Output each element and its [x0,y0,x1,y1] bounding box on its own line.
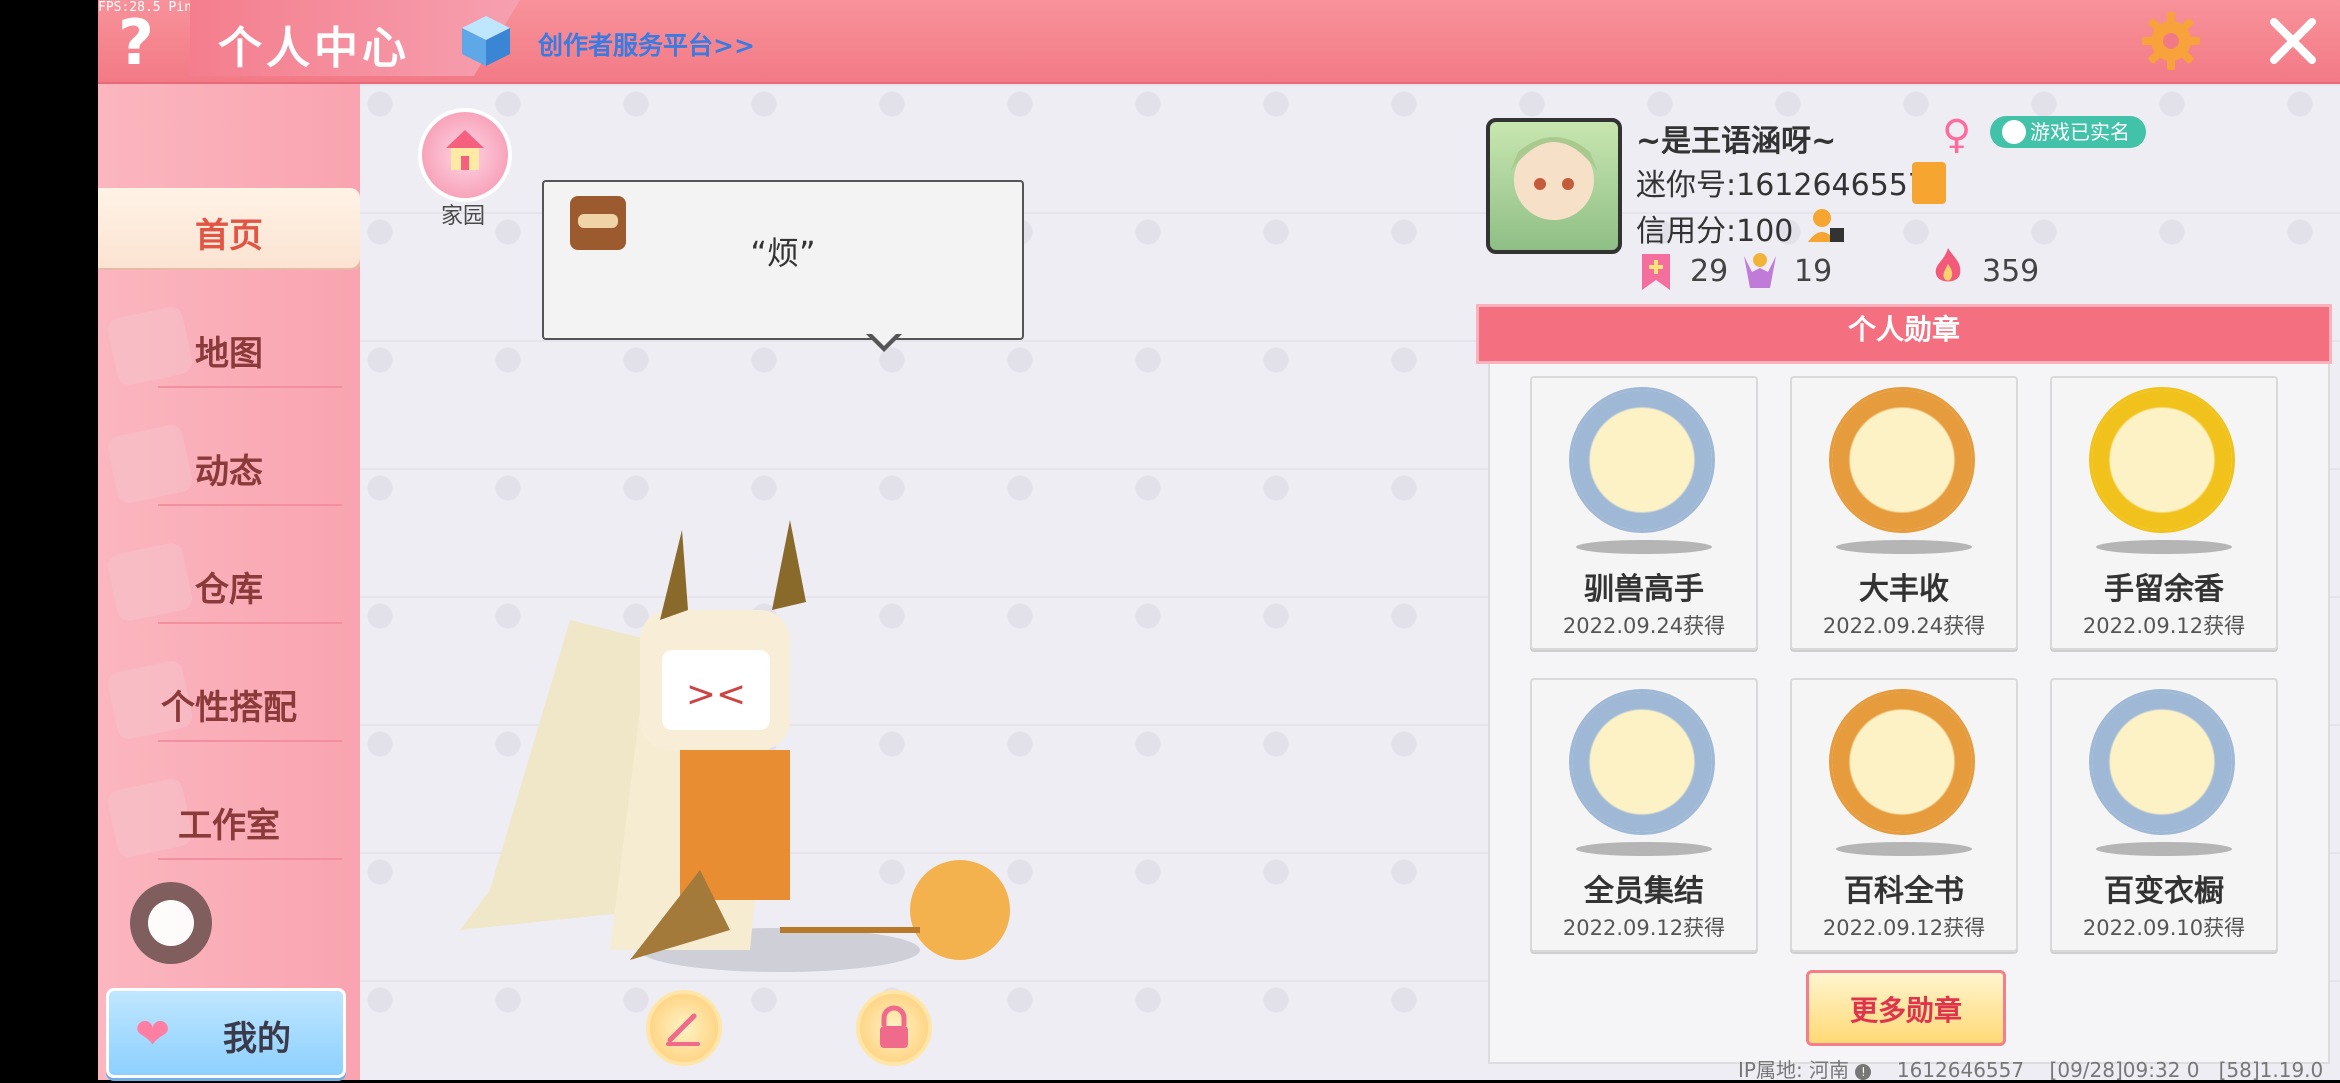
medal-title: 个人勋章 [1847,313,1960,346]
pencil-icon [666,1013,700,1046]
medal-card[interactable]: 全员集结 2022.09.12获得 [1530,678,1758,952]
lock-button[interactable] [856,990,932,1066]
medal-card[interactable]: 驯兽高手 2022.09.24获得 [1530,376,1758,650]
medal-beast-tamer-icon [1572,390,1712,530]
medal-date: 2022.09.12获得 [1822,916,1986,940]
medal-card[interactable]: 手留余香 2022.09.12获得 [2050,376,2278,650]
medal-harvest-icon [1832,390,1972,530]
home-label: 家园 [440,204,485,229]
bookmark-plus-icon [1642,254,1670,290]
stat-likes-count: 19 [1794,254,1833,289]
sidebar-item-label: 工作室 [178,806,280,846]
footer-id: 1612646557 [1896,1058,2025,1082]
house-icon [446,130,484,170]
sidebar-item-feed[interactable]: 动态 [98,422,360,506]
page-title: 个人中心 [218,23,410,74]
svg-text:><: >< [686,674,746,715]
medal-name: 驯兽高手 [1584,572,1704,607]
help-icon[interactable]: ? [118,8,154,78]
medal-date: 2022.09.10获得 [2082,916,2246,940]
medal-date: 2022.09.12获得 [2082,614,2246,638]
mini-id: 迷你号:1612646557 [1636,168,1927,203]
sidebar-item-map[interactable]: 地图 [98,304,360,388]
medal-encyclopedia-icon [1832,692,1972,832]
person-icon [2002,120,2026,144]
sidebar-item-studio[interactable]: 工作室 [98,776,360,860]
medal-name: 全员集结 [1584,874,1704,909]
sidebar-item-label: 仓库 [195,570,263,610]
stat-favorites-count: 29 [1690,254,1729,289]
flame-icon [1935,248,1961,282]
sidebar-item-warehouse[interactable]: 仓库 [98,540,360,624]
medal-date: 2022.09.12获得 [1562,916,1726,940]
credit-score: 信用分:100 [1636,214,1794,249]
sidebar-item-home[interactable]: 首页 [98,188,360,268]
avatar[interactable] [1486,118,1622,254]
speech-bubble: “烦” [542,180,1024,340]
more-medals-button[interactable]: 更多勋章 [1806,970,2006,1046]
stat-popularity-count: 359 [1982,254,2040,289]
sidebar-item-label: 首页 [195,216,263,256]
sidebar-item-outfit[interactable]: 个性搭配 [98,658,360,742]
sidebar-item-label: 地图 [195,334,263,374]
speech-text: “烦” [750,234,816,272]
medal-name: 大丰收 [1859,572,1949,607]
footer-version: [58]1.19.0 [2218,1058,2324,1082]
my-button-label: 我的 [223,1019,291,1059]
credit-info-icon[interactable] [1806,206,1846,246]
heart-icon: ❤ [135,1009,171,1058]
medal-card[interactable]: 百科全书 2022.09.12获得 [1790,678,2018,952]
nickname: ~是王语涵呀~ [1636,124,1837,159]
female-icon: ♀ [1942,112,1972,158]
cheer-icon [1744,253,1776,288]
footer-time: [09/28]09:32 0 [2049,1058,2200,1082]
ip-location: IP属地: 河南 [1738,1058,1850,1082]
cube-icon[interactable] [460,14,512,68]
sidebar-item-label: 动态 [195,452,263,492]
footer-info: IP属地: 河南 ! 1612646557 [09/28]09:32 0 [58… [1738,1054,2323,1083]
medal-assemble-icon [1572,692,1712,832]
medal-fragrance-icon [2092,390,2232,530]
close-icon[interactable] [2264,12,2322,70]
lock-icon [880,1005,908,1048]
floating-joystick-button[interactable] [130,882,212,964]
medal-name: 手留余香 [2104,572,2224,607]
my-button[interactable]: ❤ 我的 [106,988,346,1078]
medal-name: 百变衣橱 [2104,874,2224,909]
player-character[interactable]: >< [450,510,1050,980]
creator-platform-link[interactable]: 创作者服务平台>> [538,26,755,62]
medal-date: 2022.09.24获得 [1822,614,1986,638]
medal-date: 2022.09.24获得 [1562,614,1726,638]
gear-icon[interactable] [2140,10,2202,72]
more-medals-label: 更多勋章 [1849,994,1962,1027]
medal-card[interactable]: 大丰收 2022.09.24获得 [1790,376,2018,650]
home-button[interactable] [418,108,512,202]
sidebar-item-label: 个性搭配 [161,688,297,728]
edit-button[interactable] [646,990,722,1066]
medal-name: 百科全书 [1844,874,1964,909]
info-icon[interactable]: ! [1855,1063,1872,1080]
copy-icon[interactable] [1912,162,1946,204]
medal-card[interactable]: 百变衣橱 2022.09.10获得 [2050,678,2278,952]
medal-wardrobe-icon [2092,692,2232,832]
